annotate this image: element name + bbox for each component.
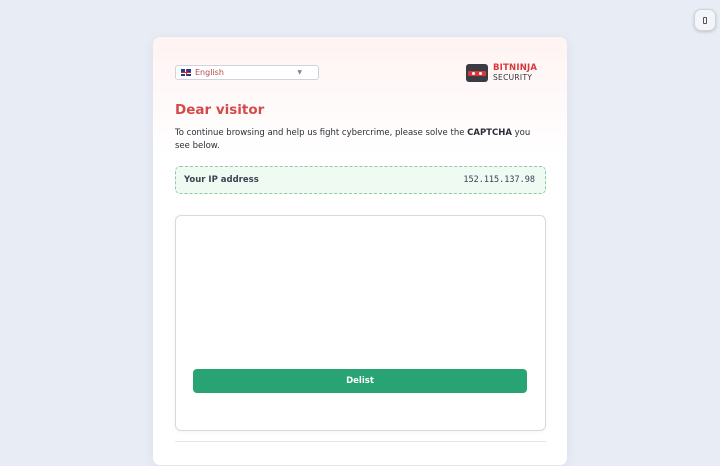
intro-text: To continue browsing and help us fight c…	[175, 127, 535, 152]
page-title: Dear visitor	[175, 102, 265, 118]
intro-emphasis: CAPTCHA	[467, 128, 512, 138]
language-select-value: English	[195, 68, 224, 77]
ip-address-label: Your IP address	[184, 175, 259, 185]
uk-flag-icon	[181, 69, 191, 76]
ip-address-value: 152.115.137.98	[463, 175, 535, 185]
ip-address-box: Your IP address 152.115.137.98	[175, 166, 546, 194]
brand-subname: SECURITY	[493, 73, 533, 82]
intro-text-before: To continue browsing and help us fight c…	[175, 128, 468, 138]
chevron-down-icon: ▼	[297, 69, 302, 76]
delist-button[interactable]: Delist	[193, 369, 527, 393]
divider	[175, 441, 546, 442]
captcha-container	[175, 215, 546, 431]
language-select[interactable]: English ▼	[175, 65, 319, 80]
bitninja-logo: BITNINJA SECURITY	[466, 63, 537, 83]
captcha-card: English ▼ BITNINJA SECURITY Dear visitor…	[152, 36, 568, 466]
panel-toggle-icon	[703, 16, 707, 24]
brand-name: BITNINJA	[493, 63, 538, 73]
ninja-logo-icon	[466, 64, 488, 82]
side-panel-toggle[interactable]	[694, 9, 716, 31]
